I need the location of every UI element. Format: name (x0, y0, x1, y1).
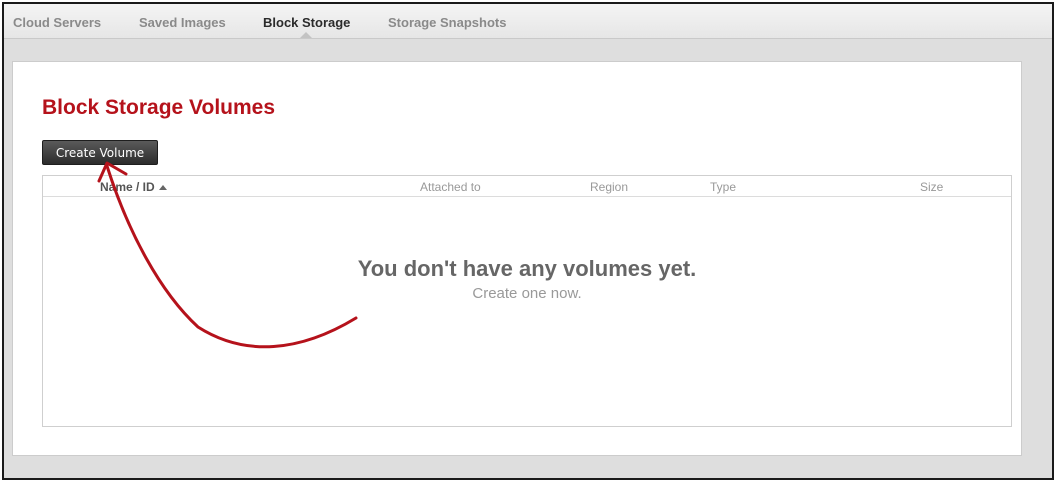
content-panel: Block Storage Volumes Create Volume Name… (12, 61, 1022, 456)
create-one-now-link[interactable]: Create one now. (43, 285, 1011, 302)
column-header-label: Name / ID (100, 180, 155, 194)
tab-storage-snapshots[interactable]: Storage Snapshots (388, 15, 506, 30)
app-window: Cloud Servers Saved Images Block Storage… (2, 2, 1054, 480)
tab-saved-images[interactable]: Saved Images (139, 15, 226, 30)
table-header: Name / ID Attached to Region Type Size (43, 176, 1011, 197)
column-header-size: Size (920, 180, 944, 194)
volumes-table: Name / ID Attached to Region Type Size Y… (42, 175, 1012, 427)
page-title: Block Storage Volumes (42, 96, 276, 119)
column-header-region: Region (590, 180, 629, 194)
column-header-name-id[interactable]: Name / ID (100, 180, 167, 194)
tab-cloud-servers[interactable]: Cloud Servers (13, 15, 101, 30)
create-volume-button[interactable]: Create Volume (42, 140, 158, 165)
empty-state-title: You don't have any volumes yet. (357, 256, 697, 281)
column-header-type: Type (710, 180, 737, 194)
tab-bar: Cloud Servers Saved Images Block Storage… (4, 4, 1052, 39)
active-tab-indicator-icon (300, 32, 312, 38)
sort-ascending-icon (158, 185, 167, 190)
column-header-attached-to: Attached to (420, 180, 481, 194)
tab-block-storage[interactable]: Block Storage (263, 15, 350, 30)
